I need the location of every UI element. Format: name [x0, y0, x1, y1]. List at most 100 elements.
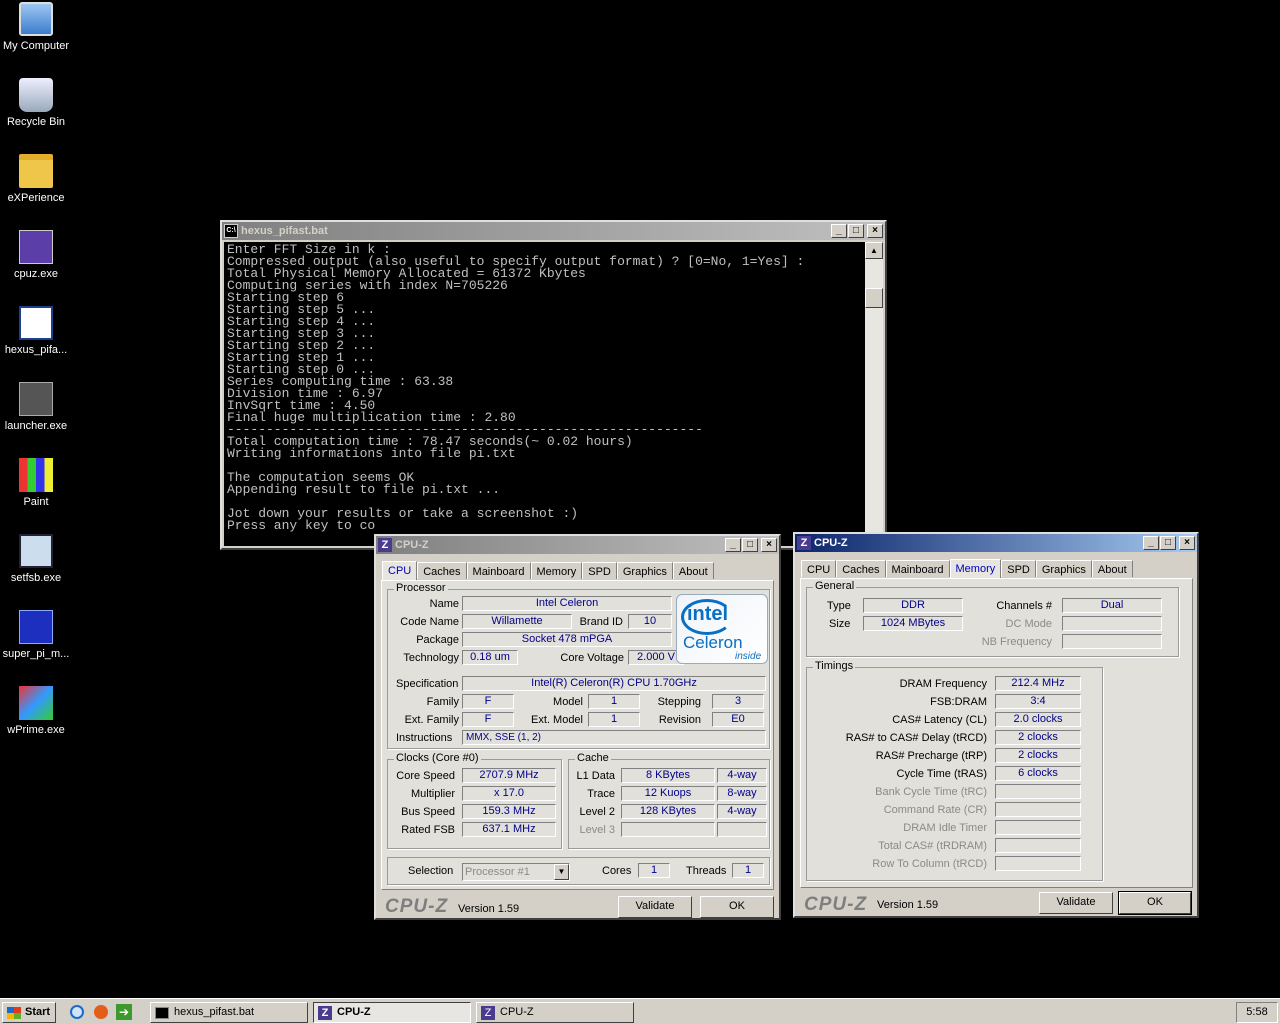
- validate-button[interactable]: Validate: [618, 896, 692, 918]
- system-clock[interactable]: 5:58: [1236, 1002, 1278, 1023]
- tab-caches[interactable]: Caches: [836, 560, 886, 577]
- desktop-icon[interactable]: My Computer: [0, 2, 72, 52]
- tab-about[interactable]: About: [672, 562, 714, 579]
- maximize-button[interactable]: □: [1160, 536, 1176, 550]
- tab-mainboard[interactable]: Mainboard: [885, 560, 950, 577]
- cpuz-z-icon: Z: [378, 538, 392, 552]
- package-value: Socket 478 mPGA: [462, 632, 672, 647]
- tab-memory[interactable]: Memory: [530, 562, 583, 579]
- cpuz-brand: CPU-Z: [385, 896, 449, 917]
- name-value: Intel Celeron: [462, 596, 672, 611]
- nbfreq-value: [1062, 634, 1162, 649]
- processor-select[interactable]: Processor #1 ▼: [462, 863, 570, 881]
- stepping-value: 3: [712, 694, 764, 709]
- cpuz-window-memory[interactable]: Z CPU-Z _ □ × CPU Caches Mainboard Memory SP…: [793, 532, 1199, 918]
- tab-spd[interactable]: SPD: [582, 562, 617, 579]
- dram-frequency-value: 212.4 MHz: [995, 676, 1081, 691]
- tras-value: 6 clocks: [995, 766, 1081, 781]
- tab-mainboard[interactable]: Mainboard: [466, 562, 531, 579]
- ok-button[interactable]: OK: [700, 896, 774, 918]
- batch-file-icon: [19, 306, 53, 340]
- task-console[interactable]: hexus_pifast.bat: [150, 1002, 308, 1023]
- taskbar: Start ➔ hexus_pifast.bat Z CPU-Z Z CPU-Z…: [0, 998, 1280, 1024]
- validate-button[interactable]: Validate: [1039, 892, 1113, 914]
- task-cpuz-1[interactable]: Z CPU-Z: [313, 1002, 471, 1023]
- desktop-icon-label: Paint: [23, 496, 49, 508]
- tab-graphics[interactable]: Graphics: [616, 562, 673, 579]
- task-cpuz-2[interactable]: Z CPU-Z: [476, 1002, 634, 1023]
- close-button[interactable]: ×: [761, 538, 777, 552]
- revision-value: E0: [712, 712, 764, 727]
- minimize-button[interactable]: _: [1143, 536, 1159, 550]
- specification-value: Intel(R) Celeron(R) CPU 1.70GHz: [462, 676, 766, 691]
- instructions-value: MMX, SSE (1, 2): [462, 730, 766, 745]
- tab-spd[interactable]: SPD: [1001, 560, 1036, 577]
- desktop-icon[interactable]: cpuz.exe: [0, 230, 72, 280]
- ok-button[interactable]: OK: [1118, 891, 1192, 915]
- timings-group: Timings DRAM Frequency 212.4 MHz FSB:DRA…: [806, 660, 1103, 881]
- cpu-panel: Processor Name Intel Celeron Code Name W…: [381, 580, 774, 890]
- console-output[interactable]: Enter FFT Size in k : Compressed output (…: [224, 242, 865, 546]
- wprime-icon: [19, 686, 53, 720]
- minimize-button[interactable]: _: [831, 224, 847, 238]
- quick-launch-arrow-icon[interactable]: ➔: [116, 1004, 132, 1020]
- cache-group: Cache L1 Data 8 KBytes 4-way Trace 12 Ku…: [568, 752, 770, 849]
- cpuz-brand: CPU-Z: [804, 894, 868, 915]
- selection-group: Selection Processor #1 ▼ Cores 1 Threads…: [387, 857, 770, 885]
- l3-value: [621, 822, 715, 837]
- version-label: Version 1.59: [877, 899, 939, 911]
- cpuz-titlebar[interactable]: Z CPU-Z _ □ ×: [795, 534, 1197, 552]
- launcher-icon: [19, 382, 53, 416]
- tab-about[interactable]: About: [1091, 560, 1133, 577]
- close-button[interactable]: ×: [867, 224, 883, 238]
- l1-way-value: 4-way: [717, 768, 767, 783]
- tab-graphics[interactable]: Graphics: [1035, 560, 1092, 577]
- scroll-thumb[interactable]: [865, 288, 883, 308]
- desktop-icon[interactable]: setfsb.exe: [0, 534, 72, 584]
- tab-cpu[interactable]: CPU: [801, 560, 837, 577]
- console-scrollbar[interactable]: ▲: [865, 242, 883, 546]
- fsb-dram-value: 3:4: [995, 694, 1081, 709]
- desktop-icon[interactable]: hexus_pifa...: [0, 306, 72, 356]
- console-icon: C:\: [224, 224, 238, 238]
- trp-value: 2 clocks: [995, 748, 1081, 763]
- desktop-icon[interactable]: launcher.exe: [0, 382, 72, 432]
- threads-value: 1: [732, 863, 764, 878]
- desktop-icon-label: wPrime.exe: [7, 724, 65, 736]
- quick-launch-browser-icon[interactable]: [94, 1005, 108, 1019]
- superpi-icon: [19, 610, 53, 644]
- minimize-button[interactable]: _: [725, 538, 741, 552]
- desktop-icon-label: super_pi_m...: [2, 648, 70, 660]
- desktop-icon[interactable]: super_pi_m...: [0, 610, 72, 660]
- tab-cpu[interactable]: CPU: [382, 561, 418, 580]
- technology-value: 0.18 um: [462, 650, 518, 665]
- maximize-button[interactable]: □: [742, 538, 758, 552]
- desktop-icon[interactable]: wPrime.exe: [0, 686, 72, 736]
- row-to-column-value: [995, 856, 1081, 871]
- corespeed-value: 2707.9 MHz: [462, 768, 556, 783]
- chevron-down-icon[interactable]: ▼: [554, 864, 569, 880]
- desktop-icon-label: launcher.exe: [4, 420, 68, 432]
- desktop-icon-label: My Computer: [2, 40, 70, 52]
- quick-launch-ie-icon[interactable]: [70, 1005, 84, 1019]
- cpuz-titlebar[interactable]: Z CPU-Z _ □ ×: [376, 536, 779, 554]
- scroll-up-arrow-icon[interactable]: ▲: [865, 242, 883, 259]
- processor-group: Processor Name Intel Celeron Code Name W…: [387, 582, 770, 749]
- cpuz-window-cpu[interactable]: Z CPU-Z _ □ × CPU Caches Mainboard Memory SP…: [374, 534, 781, 920]
- desktop-icon[interactable]: Paint: [0, 458, 72, 508]
- console-line: Writing informations into file pi.txt: [227, 446, 516, 461]
- tab-caches[interactable]: Caches: [417, 562, 467, 579]
- model-value: 1: [588, 694, 640, 709]
- start-button[interactable]: Start: [2, 1002, 56, 1023]
- desktop-icon[interactable]: Recycle Bin: [0, 78, 72, 128]
- close-button[interactable]: ×: [1179, 536, 1195, 550]
- maximize-button[interactable]: □: [848, 224, 864, 238]
- tab-memory[interactable]: Memory: [949, 559, 1002, 578]
- version-label: Version 1.59: [458, 903, 520, 915]
- desktop-icon[interactable]: eXPerience: [0, 154, 72, 204]
- trace-value: 12 Kuops: [621, 786, 715, 801]
- console-window[interactable]: C:\ hexus_pifast.bat _ □ × Enter FFT Siz…: [220, 220, 887, 550]
- windows-logo-icon: [7, 1006, 21, 1019]
- console-titlebar[interactable]: C:\ hexus_pifast.bat _ □ ×: [222, 222, 885, 240]
- folder-icon: [19, 154, 53, 188]
